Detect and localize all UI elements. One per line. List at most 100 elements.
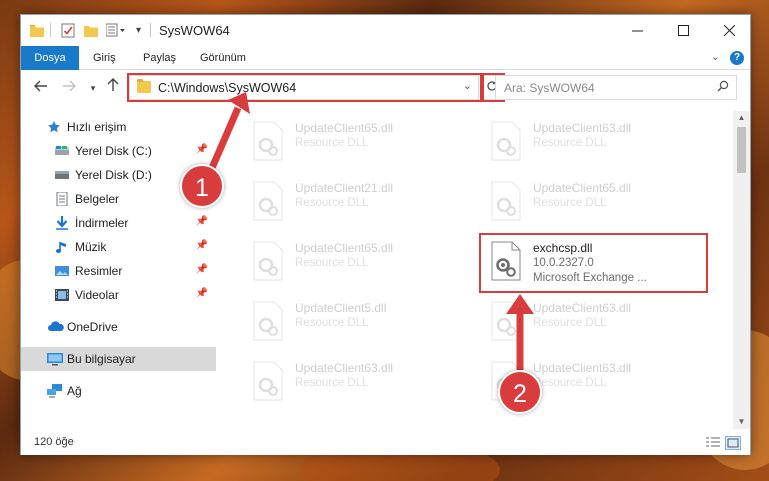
address-highlight-box [127,73,484,102]
file-description: Resource DLL [295,377,369,389]
dll-file-icon [491,181,521,221]
dll-file-icon [253,301,283,341]
dll-file-icon [253,361,283,401]
file-list: UpdateClient65.dll Resource DLL UpdateCl… [221,111,733,429]
up-button[interactable] [103,78,123,98]
star-icon [47,120,61,134]
window-title: SysWOW64 [159,23,230,38]
video-icon [55,288,69,302]
file-item[interactable]: UpdateClient65.dll Resource DLL [479,175,709,227]
scroll-down-icon[interactable]: ▼ [733,415,750,429]
dll-file-icon [491,121,521,161]
file-name: UpdateClient65.dll [533,181,632,195]
vertical-scrollbar[interactable]: ▲ ▼ [733,111,750,429]
file-item[interactable]: UpdateClient21.dll Resource DLL [241,175,471,227]
file-name: UpdateClient63.dll [533,121,632,135]
file-name: UpdateClient63.dll [295,361,394,375]
details-view-icon[interactable] [705,436,721,450]
forward-arrow-icon [63,80,76,92]
forward-button[interactable] [59,78,79,98]
pin-icon[interactable]: 📌 [196,216,208,227]
title-bar: ▾ SysWOW64 [21,15,750,46]
file-item[interactable]: UpdateClient63.dll Resource DLL [479,115,709,167]
sidebar-item-local-disk-c[interactable]: Yerel Disk (C:) 📌 [21,139,216,163]
explorer-window: ▾ SysWOW64 Dosya Giriş Paylaş Görünüm ⌄ … [20,14,751,455]
close-icon [723,25,735,36]
scroll-up-icon[interactable]: ▲ [733,111,750,125]
recent-locations-dropdown-icon[interactable]: ▾ [83,78,103,98]
large-icons-view-icon[interactable] [725,436,741,450]
sidebar-item-label: İndirmeler [75,216,129,230]
maximize-button[interactable] [660,15,706,46]
sidebar-item-music[interactable]: Müzik 📌 [21,235,216,259]
pin-icon[interactable]: 📌 [196,264,208,275]
search-icon[interactable] [717,80,729,95]
file-description: Resource DLL [295,317,369,329]
pin-icon[interactable]: 📌 [196,240,208,251]
file-item[interactable]: UpdateClient5.dll Resource DLL [241,295,471,347]
sidebar-item-quick-access[interactable]: Hızlı erişim [21,115,216,139]
file-name: UpdateClient63.dll [533,301,632,315]
file-item[interactable]: UpdateClient63.dll Resource DLL [479,295,709,347]
file-description: Resource DLL [533,137,607,149]
back-arrow-icon [34,80,47,92]
back-button[interactable] [31,78,51,98]
dll-file-icon [253,241,283,281]
scrollbar-thumb[interactable] [737,127,746,173]
sidebar-item-pictures[interactable]: Resimler 📌 [21,259,216,283]
search-placeholder: Ara: SysWOW64 [504,81,595,95]
pictures-icon [55,264,69,278]
quick-access-dropdown-icon[interactable]: ▾ [136,22,141,38]
sidebar-item-label: Videolar [75,288,119,302]
properties-icon[interactable] [61,22,75,38]
tab-file[interactable]: Dosya [21,46,79,70]
search-box[interactable]: Ara: SysWOW64 [495,75,737,100]
status-bar: 120 öğe [21,431,750,455]
help-icon[interactable]: ? [730,51,744,65]
file-item[interactable]: UpdateClient65.dll Resource DLL [241,115,471,167]
navigation-pane: Hızlı erişim Yerel Disk (C:) 📌 Yerel Dis… [21,111,216,429]
file-item[interactable]: UpdateClient65.dll Resource DLL [241,235,471,287]
customize-toolbar-icon[interactable] [106,22,126,38]
close-button[interactable] [706,15,752,46]
tab-share[interactable]: Paylaş [133,46,186,70]
file-highlight-box [479,233,708,293]
pin-icon[interactable]: 📌 [196,288,208,299]
sidebar-item-downloads[interactable]: İndirmeler 📌 [21,211,216,235]
file-name: UpdateClient65.dll [295,241,394,255]
file-description: Resource DLL [533,197,607,209]
pin-icon[interactable]: 📌 [196,144,208,155]
sidebar-item-label: Yerel Disk (D:) [75,168,152,182]
dll-file-icon [253,121,283,161]
navigation-bar: ▾ C:\Windows\SysWOW64 ⌄ Ara: SysWOW64 [21,71,750,105]
sidebar-item-label: Bu bilgisayar [67,352,136,366]
file-description: Resource DLL [533,377,607,389]
file-description: Resource DLL [533,317,607,329]
download-icon [55,216,69,230]
sidebar-item-network[interactable]: Ağ [21,379,216,403]
ribbon-tabs: Dosya Giriş Paylaş Görünüm ⌄ ? [21,46,750,70]
sidebar-item-label: Yerel Disk (C:) [75,144,152,158]
dll-file-icon [253,181,283,221]
sidebar-item-this-pc[interactable]: Bu bilgisayar [21,347,216,371]
sidebar-item-label: OneDrive [67,320,118,334]
minimize-icon [631,30,643,32]
sidebar-item-videos[interactable]: Videolar 📌 [21,283,216,307]
minimize-button[interactable] [614,15,660,46]
dll-file-icon [491,301,521,341]
toolbar-divider [50,23,51,37]
drive-icon [55,168,69,182]
ribbon-expand-icon[interactable]: ⌄ [711,50,720,63]
folder-icon [30,22,44,38]
new-folder-icon[interactable] [84,22,98,38]
sidebar-item-label: Hızlı erişim [67,120,127,134]
file-description: Resource DLL [295,257,369,269]
tab-view[interactable]: Görünüm [190,46,256,70]
sidebar-item-label: Ağ [67,384,82,398]
tab-home[interactable]: Giriş [83,46,126,70]
document-icon [55,191,69,207]
file-item[interactable]: UpdateClient63.dll Resource DLL [241,355,471,407]
sidebar-item-onedrive[interactable]: OneDrive [21,315,216,339]
file-name: UpdateClient21.dll [295,181,394,195]
maximize-icon [677,25,689,36]
